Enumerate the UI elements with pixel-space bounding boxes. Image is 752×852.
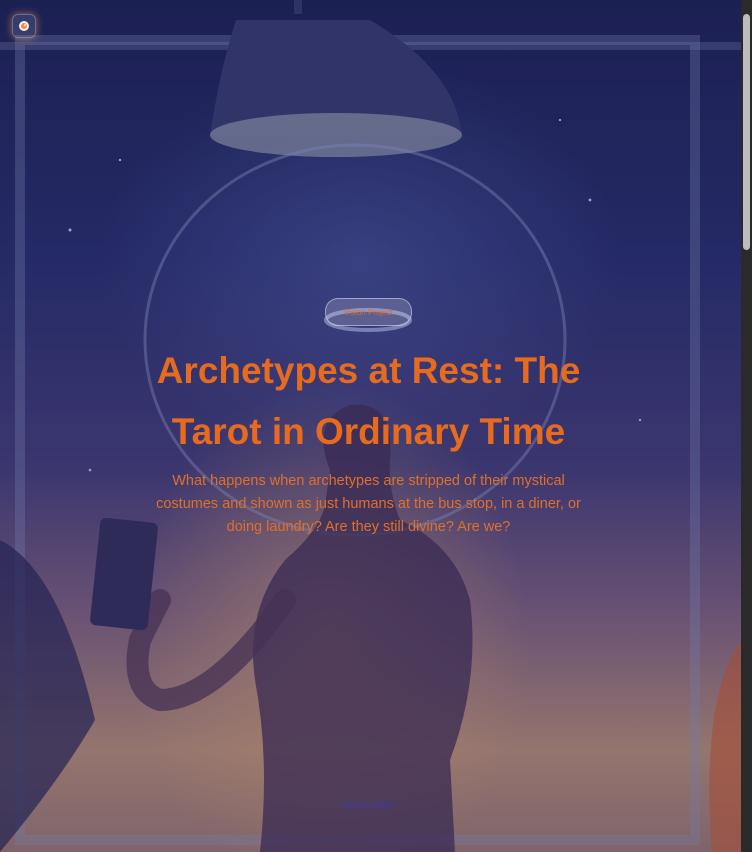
project-badge-button[interactable]: Vision Project [325, 298, 412, 326]
scrollbar-thumb[interactable] [743, 14, 750, 250]
hero-subtitle: What happens when archetypes are strippe… [156, 473, 581, 535]
site-logo[interactable] [12, 14, 36, 38]
scroll-hint-link[interactable]: Scroll to explore [330, 802, 406, 809]
page-viewport: Vision Project Archetypes at Rest: The T… [0, 0, 752, 852]
hero-section: Vision Project Archetypes at Rest: The T… [0, 0, 741, 852]
page-scrollbar[interactable] [741, 0, 752, 852]
orange-glow-circle-icon [19, 21, 29, 31]
hero-title: Archetypes at Rest: The Tarot in Ordinar… [156, 350, 581, 452]
